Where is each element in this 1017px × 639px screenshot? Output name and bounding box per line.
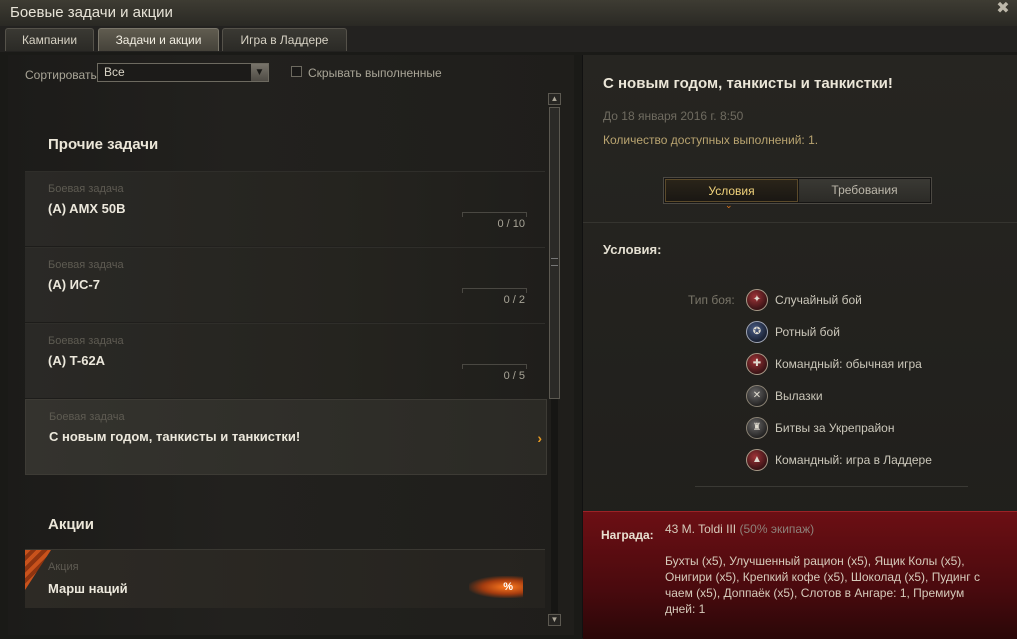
sort-select[interactable]: Все ▼ — [97, 63, 269, 82]
quest-row[interactable]: Боевая задача (A) ИС-7 0 / 2 — [25, 247, 545, 322]
reward-tank: 43 M. Toldi III (50% экипаж) — [665, 522, 814, 536]
sort-select-value: Все — [104, 65, 125, 79]
quest-type: Боевая задача — [49, 411, 125, 423]
other-tasks-heading: Прочие задачи — [48, 136, 159, 153]
battle-type-item: Командный: обычная игра — [775, 357, 922, 371]
quest-row[interactable]: Боевая задача (A) AMX 50B 0 / 10 — [25, 171, 545, 246]
battle-type-item: Вылазки — [775, 389, 823, 403]
battle-type-item: Ротный бой — [775, 325, 840, 339]
quest-progress-text: 0 / 10 — [497, 218, 525, 230]
reward-items: Бухты (x5), Улучшенный рацион (x5), Ящик… — [665, 554, 980, 616]
quest-name: (A) T-62A — [48, 353, 106, 368]
hide-completed-checkbox[interactable] — [291, 66, 302, 77]
divider — [583, 222, 1017, 223]
action-name: Марш наций — [48, 581, 128, 596]
battle-type-item: Случайный бой — [775, 293, 862, 307]
active-tab-marker-icon: ⌄ — [725, 200, 733, 210]
quest-row-selected[interactable]: Боевая задача С новым годом, танкисты и … — [25, 399, 547, 475]
reward-label: Награда: — [601, 528, 654, 542]
chevron-right-icon: › — [537, 430, 542, 446]
quest-name: (A) ИС-7 — [48, 277, 100, 292]
quest-type: Боевая задача — [48, 335, 124, 347]
quest-progress-bar — [462, 288, 527, 293]
quest-type: Боевая задача — [48, 259, 124, 271]
detail-title: С новым годом, танкисты и танкистки! — [603, 75, 893, 92]
stronghold-battle-icon: ♜ — [746, 417, 768, 439]
company-battle-icon: ✪ — [746, 321, 768, 343]
quest-list-scrollbar[interactable]: ▲ ▼ — [548, 93, 561, 627]
reward-tank-name: 43 M. Toldi III — [665, 522, 737, 536]
conditions-heading: Условия: — [603, 242, 662, 257]
quest-progress-bar — [462, 212, 527, 217]
detail-date: До 18 января 2016 г. 8:50 — [603, 109, 744, 123]
hide-completed-label: Скрывать выполненные — [308, 66, 442, 80]
scroll-grip-icon — [551, 258, 558, 266]
tab-bar: Кампании Задачи и акции Игра в Ладдере — [0, 26, 1017, 52]
random-battle-icon: ✦ — [746, 289, 768, 311]
tab-quests-and-actions[interactable]: Задачи и акции — [98, 28, 219, 51]
ladder-battle-icon: ▲ — [746, 449, 768, 471]
subtab-conditions[interactable]: Условия — [665, 179, 798, 202]
subtab-requirements[interactable]: Требования — [799, 179, 930, 202]
quest-name: (A) AMX 50B — [48, 201, 126, 216]
window-title: Боевые задачи и акции — [10, 4, 173, 21]
quest-row[interactable]: Боевая задача (A) T-62A 0 / 5 — [25, 323, 545, 398]
actions-heading: Акции — [48, 516, 95, 533]
quest-type: Боевая задача — [48, 183, 124, 195]
discount-badge: % — [469, 576, 523, 598]
tab-campaigns[interactable]: Кампании — [5, 28, 94, 51]
scroll-up-icon[interactable]: ▲ — [548, 93, 561, 105]
action-row[interactable]: Акция Марш наций % — [25, 549, 545, 608]
battle-type-label: Тип боя: — [688, 293, 735, 307]
detail-completions-count: Количество доступных выполнений: 1. — [603, 133, 819, 147]
tab-ladder[interactable]: Игра в Ладдере — [222, 28, 347, 51]
quest-progress-text: 0 / 5 — [503, 370, 525, 382]
scroll-thumb[interactable] — [549, 107, 560, 399]
sort-label: Сортировать: — [25, 68, 101, 82]
reward-tank-note: (50% экипаж) — [739, 522, 815, 536]
quest-name: С новым годом, танкисты и танкистки! — [49, 429, 301, 444]
battle-type-item: Битвы за Укрепрайон — [775, 421, 895, 435]
battle-type-item: Командный: игра в Ладдере — [775, 453, 932, 467]
detail-subtabs: Условия Требования — [663, 177, 932, 204]
quest-progress-bar — [462, 364, 527, 369]
divider — [695, 486, 968, 487]
close-icon[interactable]: ✖ — [995, 1, 1011, 17]
scroll-down-icon[interactable]: ▼ — [548, 614, 561, 626]
team-battle-icon: ✚ — [746, 353, 768, 375]
action-type: Акция — [48, 561, 79, 573]
quest-progress-text: 0 / 2 — [503, 294, 525, 306]
chevron-down-icon: ▼ — [251, 64, 268, 81]
skirmish-icon: ✕ — [746, 385, 768, 407]
